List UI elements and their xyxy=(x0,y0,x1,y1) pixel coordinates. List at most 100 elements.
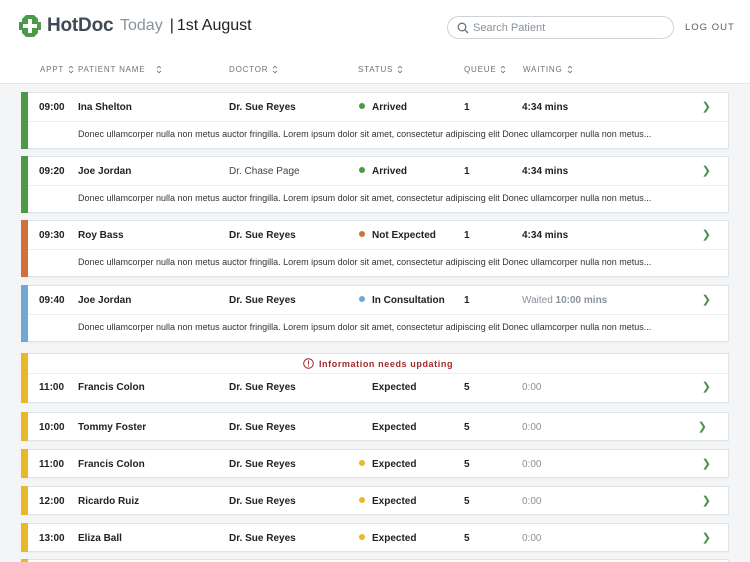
column-label: QUEUE xyxy=(464,65,497,74)
column-label: APPT xyxy=(40,65,65,74)
chevron-right-icon[interactable]: ❯ xyxy=(702,494,711,507)
status-dot xyxy=(359,497,365,503)
status-label: Arrived xyxy=(372,102,408,113)
queue-number: 5 xyxy=(464,422,470,433)
appointment-card[interactable]: 13:00 Eliza Ball Dr. Sue Reyes Expected … xyxy=(21,523,729,552)
status-color-bar xyxy=(21,449,28,478)
status: Not Expected xyxy=(359,230,436,241)
appointment-time: 11:00 xyxy=(39,459,65,470)
status-dot xyxy=(359,296,365,302)
status: Expected xyxy=(359,533,416,544)
appointment-note: Donec ullamcorper nulla non metus auctor… xyxy=(78,193,652,203)
chevron-right-icon[interactable]: ❯ xyxy=(702,293,711,306)
appointment-card[interactable]: 09:40 Joe Jordan Dr. Sue Reyes In Consul… xyxy=(21,285,729,342)
queue-number: 1 xyxy=(464,166,470,177)
patient-name[interactable]: Ricardo Ruiz xyxy=(78,496,139,507)
waiting-time: 0:00 xyxy=(522,533,542,544)
appointment-card[interactable]: 09:20 Joe Jordan Dr. Chase Page Arrived … xyxy=(21,156,729,213)
appointment-card[interactable]: 11:00 Francis Colon Dr. Sue Reyes Expect… xyxy=(21,449,729,478)
status-label: Expected xyxy=(372,459,417,470)
status-dot xyxy=(359,167,365,173)
doctor-name: Dr. Sue Reyes xyxy=(229,102,296,113)
column-header-status[interactable]: STATUS xyxy=(358,65,403,74)
status-dot xyxy=(359,103,365,109)
waited-prefix: Waited xyxy=(522,295,553,306)
chevron-right-icon[interactable]: ❯ xyxy=(702,531,711,544)
date-heading: Today | 1st August xyxy=(120,17,252,35)
logo[interactable]: HotDoc xyxy=(18,14,114,38)
divider xyxy=(28,121,728,122)
column-header-appt[interactable]: APPT xyxy=(40,65,74,74)
queue-number: 1 xyxy=(464,295,470,306)
chevron-right-icon[interactable]: ❯ xyxy=(702,100,711,113)
queue-number: 5 xyxy=(464,382,470,393)
today-label: Today xyxy=(120,17,163,34)
chevron-right-icon[interactable]: ❯ xyxy=(702,164,711,177)
appointment-note: Donec ullamcorper nulla non metus auctor… xyxy=(78,257,652,267)
patient-name[interactable]: Francis Colon xyxy=(78,459,145,470)
sort-icon xyxy=(68,65,74,74)
patient-name[interactable]: Ina Shelton xyxy=(78,102,132,113)
status-color-bar xyxy=(21,486,28,515)
status-color-bar xyxy=(21,220,28,277)
waiting-time: 4:34 mins xyxy=(522,166,569,177)
column-header-queue[interactable]: QUEUE xyxy=(464,65,506,74)
status-label: Arrived xyxy=(372,166,408,177)
app-name: HotDoc xyxy=(47,15,114,36)
alert-text: Information needs updating xyxy=(318,358,454,369)
status-color-bar xyxy=(21,156,28,213)
column-label: DOCTOR xyxy=(229,65,269,74)
appointment-card[interactable]: 10:00 Tommy Foster Dr. Sue Reyes Expecte… xyxy=(21,412,729,441)
status-color-bar xyxy=(21,353,28,403)
chevron-right-icon[interactable]: ❯ xyxy=(702,380,711,393)
waiting-time: 4:34 mins xyxy=(522,102,569,113)
waiting-time: 0:00 xyxy=(522,422,542,433)
search-input[interactable] xyxy=(473,19,663,36)
column-header-waiting[interactable]: WAITING xyxy=(523,65,573,74)
column-label: STATUS xyxy=(358,65,394,74)
appointment-time: 09:20 xyxy=(39,166,65,177)
status-dot xyxy=(359,460,365,466)
appointment-time: 11:00 xyxy=(39,382,65,393)
status-color-bar xyxy=(21,92,28,149)
divider xyxy=(28,314,728,315)
appointment-time: 09:40 xyxy=(39,295,65,306)
logout-button[interactable]: LOG OUT xyxy=(685,22,735,33)
appointment-card[interactable]: Information needs updating 11:00 Francis… xyxy=(21,353,729,403)
status: Expected xyxy=(359,496,416,507)
divider xyxy=(28,249,728,250)
sort-icon xyxy=(273,65,278,74)
patient-name[interactable]: Joe Jordan xyxy=(78,166,131,177)
patient-name[interactable]: Roy Bass xyxy=(78,230,124,241)
queue-number: 5 xyxy=(464,533,470,544)
search-icon xyxy=(457,22,469,34)
waiting-time: 0:00 xyxy=(522,459,542,470)
patient-name[interactable]: Tommy Foster xyxy=(78,422,146,433)
chevron-right-icon[interactable]: ❯ xyxy=(702,228,711,241)
doctor-name: Dr. Chase Page xyxy=(229,166,300,177)
queue-number: 1 xyxy=(464,102,470,113)
waiting-time: 0:00 xyxy=(522,382,542,393)
status-color-bar xyxy=(21,523,28,552)
status-color-bar xyxy=(21,285,28,342)
chevron-right-icon[interactable]: ❯ xyxy=(702,457,711,470)
sort-icon xyxy=(157,65,162,74)
appointment-card[interactable]: 12:00 Ricardo Ruiz Dr. Sue Reyes Expecte… xyxy=(21,486,729,515)
top-bar: HotDoc Today |1st August LOG OUT APPT PAT… xyxy=(0,0,750,84)
column-label: PATIENT NAME xyxy=(78,65,146,74)
patient-name[interactable]: Joe Jordan xyxy=(78,295,131,306)
column-header-patient[interactable]: PATIENT NAME xyxy=(78,65,162,74)
doctor-name: Dr. Sue Reyes xyxy=(229,382,296,393)
patient-name[interactable]: Francis Colon xyxy=(78,382,145,393)
appointment-card[interactable]: 09:30 Roy Bass Dr. Sue Reyes Not Expecte… xyxy=(21,220,729,277)
patient-name[interactable]: Eliza Ball xyxy=(78,533,122,544)
status: Expected xyxy=(359,459,416,470)
appointment-time: 13:00 xyxy=(39,533,65,544)
queue-number: 1 xyxy=(464,230,470,241)
status-dot xyxy=(359,231,365,237)
search-box[interactable] xyxy=(447,16,674,39)
appointment-card[interactable]: 09:00 Ina Shelton Dr. Sue Reyes Arrived … xyxy=(21,92,729,149)
column-label: WAITING xyxy=(523,65,563,74)
column-header-doctor[interactable]: DOCTOR xyxy=(229,65,278,74)
chevron-right-icon[interactable]: ❯ xyxy=(698,420,707,433)
